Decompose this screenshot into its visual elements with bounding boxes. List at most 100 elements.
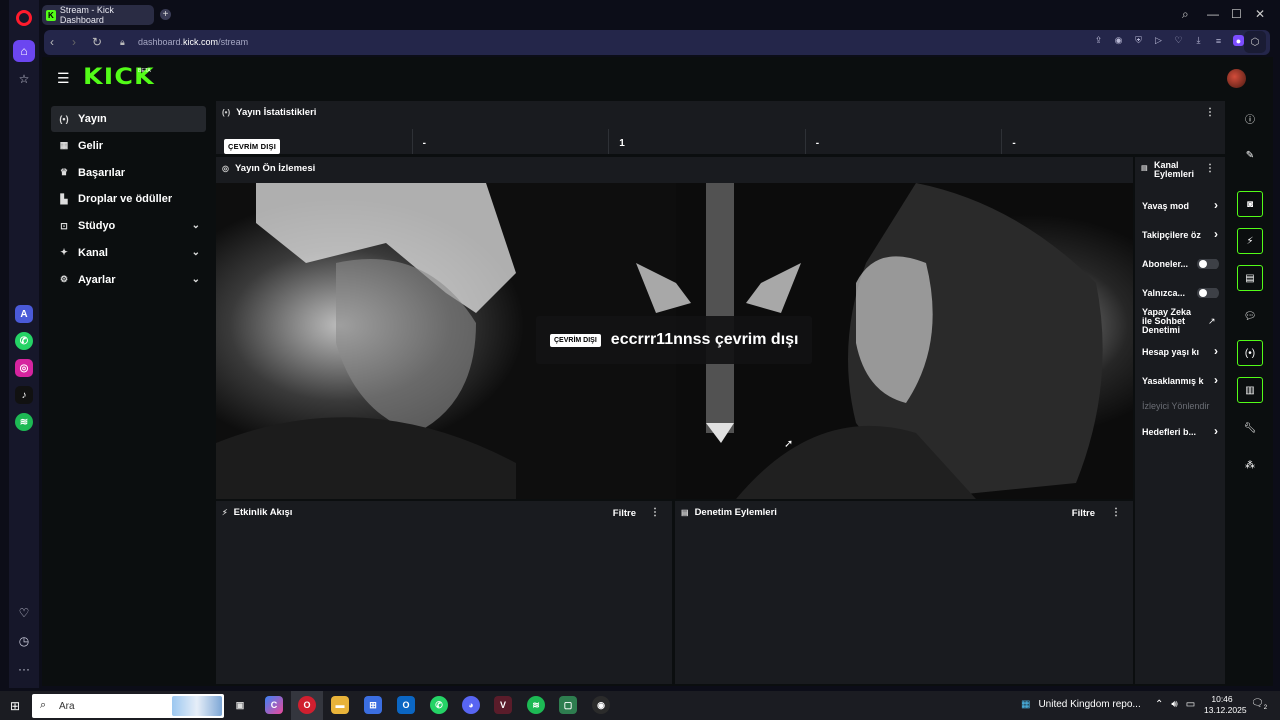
- chevron-down-icon[interactable]: ⌄: [192, 274, 200, 285]
- lock-icon: 🔒︎: [120, 37, 125, 47]
- weather-widget[interactable]: ▦ United Kingdom repo...: [1021, 699, 1141, 710]
- maximize-button[interactable]: ☐: [1231, 7, 1242, 21]
- share-nodes-icon[interactable]: ⁂: [1237, 452, 1263, 478]
- broadcast-icon[interactable]: (•): [1237, 340, 1263, 366]
- filter-button[interactable]: Filtre: [613, 508, 636, 519]
- action-goals[interactable]: Hedefleri b... ›: [1142, 427, 1220, 437]
- nav-item-yayin[interactable]: (•) Yayın: [51, 106, 206, 132]
- nav-item-gelir[interactable]: ▦ Gelir: [51, 133, 206, 159]
- studio-icon: ⊡: [60, 220, 68, 231]
- toggle-switch[interactable]: [1197, 288, 1219, 298]
- profile-icon[interactable]: ●: [1233, 35, 1244, 46]
- outlook-icon[interactable]: O: [397, 696, 415, 714]
- hamburger-menu-icon[interactable]: ☰: [57, 70, 70, 87]
- avatar[interactable]: [1227, 69, 1246, 88]
- chevron-down-icon[interactable]: ⌄: [192, 247, 200, 258]
- chevron-down-icon[interactable]: ⌄: [192, 220, 200, 231]
- stream-preview[interactable]: ÇEVRİM DIŞI eccrrr11nnss çevrim dışı: [216, 183, 1133, 499]
- history-icon[interactable]: ◷: [13, 630, 35, 652]
- new-tab-button[interactable]: +: [160, 9, 171, 20]
- action-ai-moderation[interactable]: Yapay Zeka ile Sohbet Denetimi: [1142, 308, 1198, 335]
- whatsapp-icon[interactable]: ✆: [430, 696, 448, 714]
- search-tabs-icon[interactable]: ⌕: [1182, 7, 1189, 22]
- edit-icon[interactable]: ✎: [1237, 142, 1263, 168]
- kebab-menu-icon[interactable]: ⋮: [650, 507, 660, 518]
- aria-icon[interactable]: A: [15, 305, 33, 323]
- app-v-icon[interactable]: V: [494, 696, 512, 714]
- toggle-switch[interactable]: [1197, 259, 1219, 269]
- tab-kick-dashboard[interactable]: K Stream - Kick Dashboard: [42, 5, 154, 25]
- nav-item-studyo[interactable]: ⊡ Stüdyo ⌄: [51, 213, 206, 239]
- nav-item-basarilar[interactable]: ♛ Başarılar: [51, 160, 206, 186]
- notification-icon[interactable]: 🗨︎2: [1251, 698, 1267, 711]
- offline-status-card: ÇEVRİM DIŞI eccrrr11nnss çevrim dışı: [536, 316, 812, 364]
- home-icon[interactable]: ⌂: [13, 40, 35, 62]
- spotify-icon[interactable]: ≋: [527, 696, 545, 714]
- document-icon[interactable]: ▤: [1237, 265, 1263, 291]
- search-input[interactable]: Ara: [59, 701, 75, 712]
- chat-icon[interactable]: 💬︎: [1237, 303, 1263, 329]
- action-emotes-only[interactable]: Yalnızca...: [1142, 288, 1220, 298]
- moderation-icon: ▤: [681, 508, 689, 517]
- whatsapp-icon[interactable]: ✆: [15, 332, 33, 350]
- network-icon[interactable]: ▭: [1186, 699, 1195, 710]
- nav-item-kanal[interactable]: ✦ Kanal ⌄: [51, 240, 206, 266]
- chevron-right-icon: ›: [1214, 201, 1218, 211]
- info-icon[interactable]: ⓘ: [1237, 105, 1263, 131]
- file-explorer-icon[interactable]: ▬: [331, 696, 349, 714]
- url-field[interactable]: dashboard.kick.com/stream: [138, 37, 248, 47]
- play-icon[interactable]: ▷: [1153, 35, 1164, 46]
- instagram-icon[interactable]: ◎: [15, 359, 33, 377]
- more-icon[interactable]: ···: [13, 658, 35, 680]
- action-banned-words[interactable]: Yasaklanmış k ›: [1142, 376, 1220, 386]
- opera-icon[interactable]: O: [298, 696, 316, 714]
- share-icon[interactable]: ⇪: [1093, 35, 1104, 46]
- windows-start-icon[interactable]: ⊞: [10, 699, 20, 713]
- action-slow-mode[interactable]: Yavaş mod ›: [1142, 201, 1220, 211]
- filter-button[interactable]: Filtre: [1072, 508, 1095, 519]
- close-button[interactable]: ✕: [1255, 7, 1265, 21]
- taskbar-clock[interactable]: 10:46 13.12.2025: [1204, 694, 1247, 716]
- chevron-up-icon[interactable]: ⌃: [1155, 699, 1163, 710]
- trophy-icon: ♛: [59, 167, 69, 178]
- external-link-icon[interactable]: ↗: [1208, 316, 1216, 327]
- heart-icon[interactable]: ♡: [1173, 35, 1184, 46]
- spotify-icon[interactable]: ≋: [15, 413, 33, 431]
- obs-icon[interactable]: ◉: [592, 696, 610, 714]
- heart-icon[interactable]: ♡: [13, 602, 35, 624]
- forward-icon[interactable]: ›: [72, 35, 76, 49]
- camera-icon[interactable]: ◉: [1113, 35, 1124, 46]
- taskbar-search[interactable]: ⌕ Ara: [32, 694, 224, 718]
- volume-icon[interactable]: 🔊︎: [1171, 699, 1177, 710]
- kebab-menu-icon[interactable]: ⋮: [1205, 163, 1215, 174]
- tiktok-icon[interactable]: ♪: [15, 386, 33, 404]
- layout-icon[interactable]: ▥: [1237, 377, 1263, 403]
- extensions-icon[interactable]: ⬡: [1244, 31, 1266, 53]
- camera-switch-icon[interactable]: ◙: [1237, 191, 1263, 217]
- settings-icon: ⚙: [59, 274, 69, 285]
- store-icon[interactable]: ⊞: [364, 696, 382, 714]
- app-window-icon[interactable]: ▢: [559, 696, 577, 714]
- minimize-button[interactable]: —: [1207, 7, 1219, 21]
- nav-item-ayarlar[interactable]: ⚙ Ayarlar ⌄: [51, 267, 206, 293]
- action-followers-only[interactable]: Takipçilere öz ›: [1142, 230, 1220, 240]
- reload-icon[interactable]: ↻: [92, 35, 102, 49]
- star-icon[interactable]: ☆: [13, 68, 35, 90]
- windows-taskbar: ⊞ ⌕ Ara ▣ C O ▬ ⊞ O ✆ ◕ V ≋ ▢ ◉ ▦ United…: [0, 691, 1280, 720]
- lightning-icon[interactable]: ⚡︎: [1237, 228, 1263, 254]
- opera-logo-icon[interactable]: [16, 10, 32, 26]
- kebab-menu-icon[interactable]: ⋮: [1111, 507, 1121, 518]
- wrench-icon[interactable]: 🔧︎: [1237, 415, 1263, 441]
- discord-icon[interactable]: ◕: [462, 696, 480, 714]
- action-account-age[interactable]: Hesap yaşı kı ›: [1142, 347, 1220, 357]
- task-view-icon[interactable]: ▣: [231, 696, 249, 714]
- shield-icon[interactable]: ⛨: [1133, 35, 1144, 46]
- action-subscribers-only[interactable]: Aboneler...: [1142, 259, 1220, 269]
- nav-item-droplar[interactable]: ▙ Droplar ve ödüller: [51, 186, 206, 212]
- download-icon[interactable]: ⤓: [1193, 35, 1204, 46]
- copilot-icon[interactable]: C: [265, 696, 283, 714]
- back-icon[interactable]: ‹: [50, 35, 54, 49]
- kebab-menu-icon[interactable]: ⋮: [1205, 107, 1215, 118]
- menu-icon[interactable]: ≡: [1213, 35, 1224, 46]
- preview-icon: ◎: [222, 164, 229, 173]
